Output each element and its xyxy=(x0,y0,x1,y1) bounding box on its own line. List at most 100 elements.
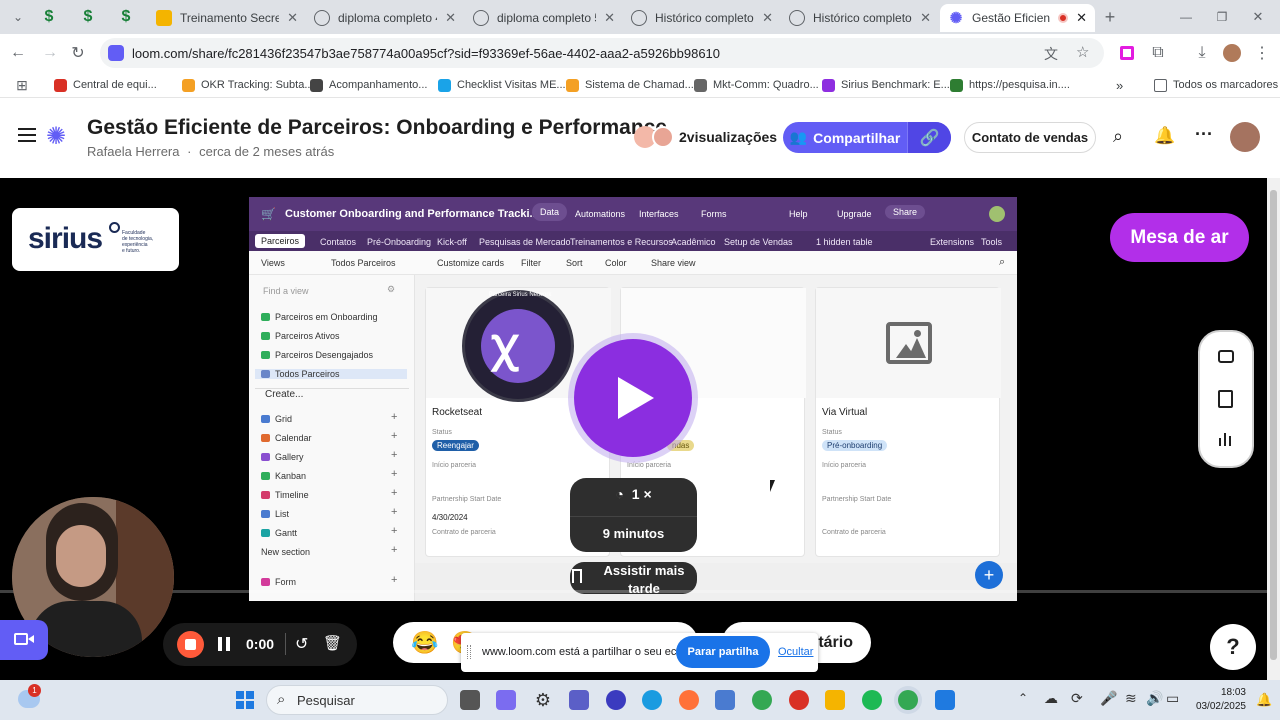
user-avatar[interactable] xyxy=(1230,122,1260,152)
bookmark-item[interactable]: OKR Tracking: Subta... xyxy=(182,76,314,94)
pinned-tab-sheets-icon[interactable]: $ xyxy=(117,8,135,26)
loom-logo-icon[interactable]: ✺ xyxy=(46,122,66,151)
microphone-icon[interactable]: 🎤 xyxy=(1100,690,1117,707)
forward-icon[interactable]: → xyxy=(40,43,60,63)
system-clock[interactable]: 18:03 03/02/2025 xyxy=(1186,686,1246,714)
pause-button[interactable] xyxy=(218,637,230,651)
windows-start-icon[interactable] xyxy=(236,691,254,709)
comments-icon[interactable] xyxy=(1218,350,1234,363)
firefox-icon[interactable] xyxy=(679,690,699,710)
bookmark-star-icon[interactable]: ☆ xyxy=(1076,43,1089,61)
pinned-tab-sheets-icon[interactable]: $ xyxy=(40,8,58,26)
stop-sharing-button[interactable]: Parar partilha xyxy=(676,636,770,668)
notification-bell-icon[interactable]: 🔔 xyxy=(1154,126,1175,146)
settings-gear-icon[interactable]: ⚙ xyxy=(533,690,553,710)
page-scrollbar[interactable] xyxy=(1267,178,1280,680)
download-icon[interactable]: ⤓ xyxy=(1192,43,1212,63)
close-tab-icon[interactable]: ✕ xyxy=(1076,10,1087,26)
browser-tab[interactable]: diploma completo 5 - ✕ xyxy=(465,4,623,32)
browser-tab[interactable]: diploma completo 4 C ✕ xyxy=(306,4,464,32)
battery-icon[interactable]: ▭ xyxy=(1166,690,1179,707)
browser-tab[interactable]: Histórico completo - a ✕ xyxy=(781,4,939,32)
copy-link-button[interactable]: 🔗 xyxy=(907,122,951,153)
transcript-icon[interactable] xyxy=(1218,390,1233,408)
playback-speed-panel[interactable]: ◔ 1 × 9 minutos xyxy=(570,478,697,552)
bookmark-item[interactable]: Acompanhamento... xyxy=(310,76,427,94)
contact-sales-button[interactable]: Contato de vendas xyxy=(964,122,1096,153)
sync-icon[interactable]: ⟳ xyxy=(1071,690,1083,707)
spotify-icon[interactable] xyxy=(862,690,882,710)
bookmark-item[interactable]: Checklist Visitas ME... xyxy=(438,76,566,94)
help-button[interactable]: ? xyxy=(1210,624,1256,670)
scrollbar-thumb[interactable] xyxy=(1270,190,1277,660)
tab-search-chevron-icon[interactable]: ⌄ xyxy=(8,7,28,27)
close-tab-icon[interactable]: ✕ xyxy=(287,10,298,26)
extensions-puzzle-icon[interactable]: ⧉ xyxy=(1148,43,1168,63)
close-tab-icon[interactable]: ✕ xyxy=(604,10,615,26)
chrome-active-icon[interactable] xyxy=(898,690,918,710)
new-tab-icon[interactable]: + xyxy=(1100,7,1120,27)
bookmark-item[interactable]: Sistema de Chamad... xyxy=(566,76,694,94)
app-icon[interactable] xyxy=(606,690,626,710)
more-options-icon[interactable]: ··· xyxy=(1195,124,1213,145)
author-name[interactable]: Rafaela Herrera xyxy=(87,144,180,159)
pinned-tab-sheets-icon[interactable]: $ xyxy=(79,8,97,26)
restart-icon[interactable]: ↺ xyxy=(295,634,308,654)
store-icon[interactable] xyxy=(715,690,735,710)
browser-menu-icon[interactable]: ⋮ xyxy=(1252,43,1272,63)
stop-recording-button[interactable] xyxy=(177,631,204,658)
chrome-icon[interactable] xyxy=(752,690,772,710)
reload-icon[interactable]: ↻ xyxy=(68,43,88,63)
browser-tab-active[interactable]: ✺ Gestão Eficiente d ✕ xyxy=(940,4,1095,32)
profile-avatar[interactable] xyxy=(1222,43,1242,63)
all-bookmarks-folder[interactable]: Todos os marcadores xyxy=(1154,76,1278,94)
teams-icon[interactable] xyxy=(569,690,589,710)
video-progress-bar[interactable] xyxy=(0,590,1267,593)
copilot-icon[interactable] xyxy=(496,690,516,710)
browser-tab[interactable]: Histórico completo.pd ✕ xyxy=(623,4,781,32)
close-tab-icon[interactable]: ✕ xyxy=(445,10,456,26)
site-info-icon[interactable] xyxy=(108,45,124,61)
hamburger-menu-icon[interactable] xyxy=(18,128,36,142)
taskbar-search[interactable]: ⌕ Pesquisar xyxy=(266,685,448,715)
bookmark-item[interactable]: https://pesquisa.in.... xyxy=(950,76,1070,94)
hide-link[interactable]: Ocultar xyxy=(778,646,813,658)
app-icon[interactable] xyxy=(789,690,809,710)
trash-icon[interactable]: 🗑 xyxy=(323,634,342,652)
insights-chart-icon[interactable] xyxy=(1217,430,1233,446)
bookmark-item[interactable]: Sirius Benchmark: E... xyxy=(822,76,950,94)
search-icon[interactable]: ⌕ xyxy=(1113,126,1123,147)
views-count[interactable]: 2visualizações xyxy=(679,129,777,145)
restore-icon[interactable]: ❐ xyxy=(1212,7,1232,27)
weather-widget-icon[interactable]: 1 xyxy=(18,684,41,708)
notepad-icon[interactable] xyxy=(935,690,955,710)
extension-loom-icon[interactable] xyxy=(1117,43,1137,63)
share-button[interactable]: 👥 Compartilhar xyxy=(783,122,907,153)
browser-tab[interactable]: Treinamento Secretari ✕ xyxy=(148,4,306,32)
drag-handle-icon[interactable] xyxy=(467,645,471,659)
apps-grid-icon[interactable]: ⊞ xyxy=(12,75,32,95)
volume-icon[interactable]: 🔊 xyxy=(1146,690,1163,707)
mesa-de-ar-banner: Mesa de ar xyxy=(1110,213,1249,262)
bookmarks-overflow-icon[interactable]: » xyxy=(1116,76,1123,94)
laughing-emoji-icon[interactable]: 😂 xyxy=(411,630,438,656)
address-bar[interactable]: loom.com/share/fc281436f23547b3ae758774a… xyxy=(100,38,1104,68)
minimize-icon[interactable]: — xyxy=(1176,7,1196,27)
file-explorer-icon[interactable] xyxy=(825,690,845,710)
bookmark-item[interactable]: Mkt-Comm: Quadro... xyxy=(694,76,819,94)
close-tab-icon[interactable]: ✕ xyxy=(762,10,773,26)
bookmark-item[interactable]: Central de equi... xyxy=(54,76,157,94)
play-button[interactable] xyxy=(568,333,698,463)
task-view-icon[interactable] xyxy=(460,690,480,710)
notifications-icon[interactable]: 🔔 xyxy=(1256,692,1272,708)
edge-icon[interactable] xyxy=(642,690,662,710)
close-window-icon[interactable]: ✕ xyxy=(1248,7,1268,27)
camera-toggle-button[interactable] xyxy=(0,620,48,660)
viewer-avatars[interactable] xyxy=(634,126,674,148)
show-hidden-icons-icon[interactable]: ⌃ xyxy=(1018,691,1028,705)
wifi-icon[interactable]: ≋ xyxy=(1125,690,1137,707)
cloud-icon[interactable]: ☁ xyxy=(1044,690,1058,707)
close-tab-icon[interactable]: ✕ xyxy=(920,10,931,26)
back-icon[interactable]: ← xyxy=(8,43,28,63)
translate-icon[interactable]: 文 xyxy=(1044,44,1058,64)
